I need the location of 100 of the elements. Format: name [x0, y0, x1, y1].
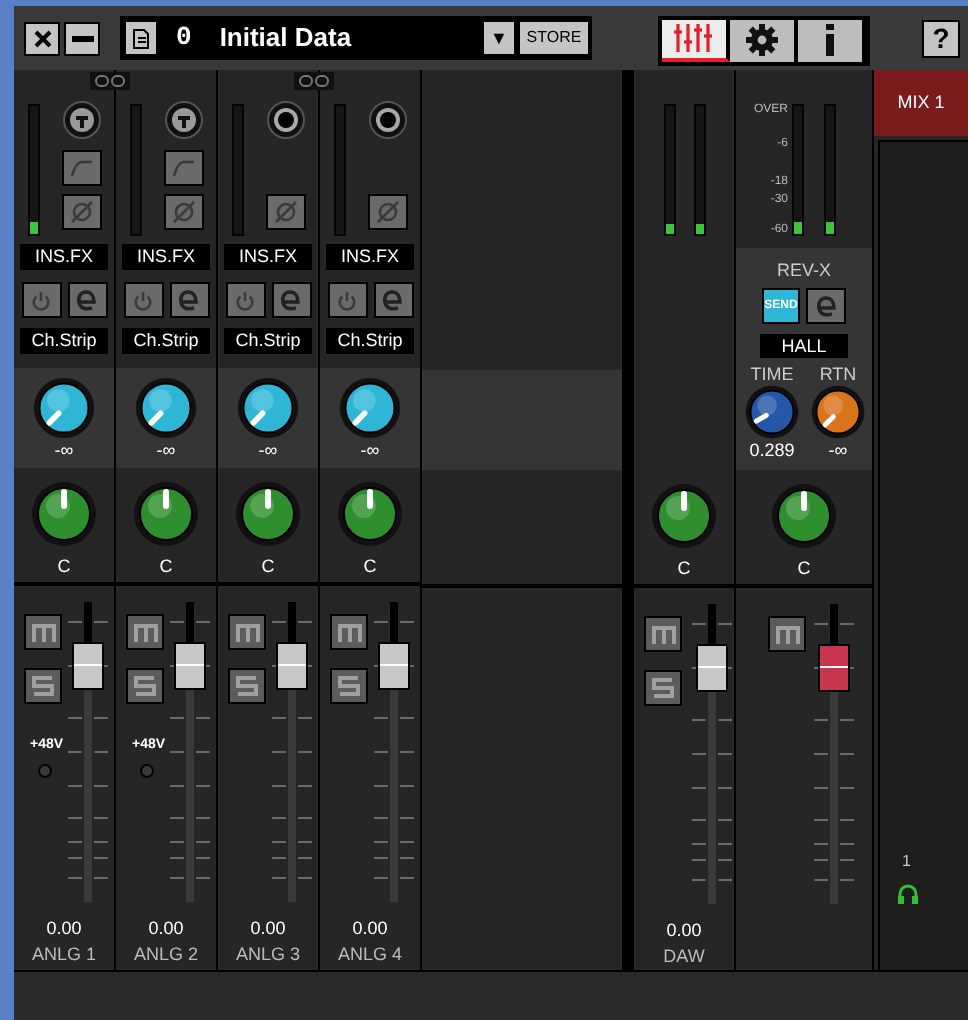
- mute-button[interactable]: [644, 616, 682, 652]
- fader-value: 0.00: [146, 918, 186, 940]
- pan-value: C: [57, 556, 71, 578]
- channel-name[interactable]: DAW: [634, 946, 734, 968]
- knob[interactable]: [338, 376, 402, 440]
- pan-value: C: [677, 558, 691, 580]
- pan-value: C: [797, 558, 811, 580]
- scene-dropdown[interactable]: ▼: [484, 22, 514, 54]
- letter-m-icon: [133, 623, 157, 641]
- letter-m-icon: [651, 625, 675, 643]
- knob[interactable]: [30, 480, 98, 548]
- close-icon: [33, 29, 51, 47]
- send-value: -∞: [54, 440, 74, 462]
- edit-button[interactable]: [169, 282, 209, 318]
- solo-button[interactable]: [228, 668, 266, 704]
- channel-name[interactable]: ANLG 2: [116, 944, 216, 966]
- info-icon: [824, 24, 836, 56]
- channel-strip-label[interactable]: Ch.Strip: [122, 328, 210, 354]
- phase-icon: [172, 200, 196, 224]
- close-button[interactable]: [24, 21, 60, 55]
- phase-button[interactable]: [266, 194, 306, 230]
- mute-button[interactable]: [24, 614, 62, 650]
- link-icon[interactable]: [90, 72, 130, 90]
- channel-name[interactable]: ANLG 1: [14, 944, 114, 966]
- phase-button[interactable]: [164, 194, 204, 230]
- fader-knob[interactable]: [378, 641, 410, 689]
- knob[interactable]: [650, 482, 718, 550]
- filter-button[interactable]: [62, 150, 102, 186]
- power-button[interactable]: [225, 282, 265, 318]
- minimize-button[interactable]: [64, 21, 100, 55]
- edit-icon: [178, 288, 200, 312]
- solo-button[interactable]: [644, 670, 682, 706]
- knob-label: TIME: [750, 364, 794, 384]
- channel-strip-label[interactable]: Ch.Strip: [20, 328, 108, 354]
- toolbar-tab[interactable]: [798, 19, 866, 61]
- power-icon: [132, 289, 154, 311]
- fader-knob[interactable]: [818, 643, 850, 691]
- edit-icon: [382, 288, 404, 312]
- mute-button[interactable]: [126, 614, 164, 650]
- power-icon: [234, 289, 256, 311]
- mute-button[interactable]: [228, 614, 266, 650]
- letter-s-icon: [32, 676, 54, 696]
- knob[interactable]: [132, 480, 200, 548]
- mute-button[interactable]: [330, 614, 368, 650]
- filter-button[interactable]: [164, 150, 204, 186]
- knob[interactable]: [336, 480, 404, 548]
- scene-number: 0: [176, 20, 192, 57]
- insert-effect-label[interactable]: INS.FX: [326, 244, 414, 270]
- edit-button[interactable]: [271, 282, 311, 318]
- knob[interactable]: [234, 480, 302, 548]
- knob[interactable]: [770, 482, 838, 550]
- knob[interactable]: [32, 376, 96, 440]
- help-button[interactable]: ?: [922, 19, 960, 57]
- edit-button[interactable]: [67, 282, 107, 318]
- power-button[interactable]: [327, 282, 367, 318]
- mix-tab[interactable]: MIX 1: [874, 70, 968, 136]
- preset-name[interactable]: HALL: [760, 334, 848, 358]
- fader-value: 0.00: [350, 918, 390, 940]
- mute-button[interactable]: [768, 616, 806, 652]
- pan-value: C: [363, 556, 377, 578]
- power-button[interactable]: [21, 282, 61, 318]
- knob[interactable]: [236, 376, 300, 440]
- knob[interactable]: [810, 384, 866, 440]
- solo-button[interactable]: [330, 668, 368, 704]
- fader-knob[interactable]: [174, 641, 206, 689]
- insert-effect-label[interactable]: INS.FX: [20, 244, 108, 270]
- link-icon[interactable]: [294, 72, 334, 90]
- channel-strip-label[interactable]: Ch.Strip: [224, 328, 312, 354]
- insert-effect-label[interactable]: INS.FX: [122, 244, 210, 270]
- fader-value: 0.00: [248, 918, 288, 940]
- letter-m-icon: [235, 623, 259, 641]
- insert-effect-label[interactable]: INS.FX: [224, 244, 312, 270]
- fader-knob[interactable]: [72, 641, 104, 689]
- phase-button[interactable]: [62, 194, 102, 230]
- send-value: -∞: [360, 440, 380, 462]
- pan-value: C: [261, 556, 275, 578]
- letter-s-icon: [652, 678, 674, 698]
- edit-button[interactable]: [373, 282, 413, 318]
- fader-knob[interactable]: [276, 641, 308, 689]
- channel-name[interactable]: ANLG 3: [218, 944, 318, 966]
- edit-button[interactable]: [806, 288, 846, 324]
- scene-list-button[interactable]: [126, 22, 156, 54]
- monitor-number: 1: [902, 854, 911, 870]
- power-button[interactable]: [123, 282, 163, 318]
- knob[interactable]: [134, 376, 198, 440]
- channel-name[interactable]: ANLG 4: [320, 944, 420, 966]
- store-button[interactable]: STORE: [520, 22, 588, 54]
- letter-s-icon: [236, 676, 258, 696]
- send-value: -∞: [156, 440, 176, 462]
- solo-button[interactable]: [126, 668, 164, 704]
- channel-strip-label[interactable]: Ch.Strip: [326, 328, 414, 354]
- toolbar-tab[interactable]: [662, 19, 730, 61]
- toolbar-tab[interactable]: [730, 19, 798, 61]
- mixer-icon: [672, 22, 716, 54]
- phase-button[interactable]: [368, 194, 408, 230]
- solo-button[interactable]: [24, 668, 62, 704]
- fader-knob[interactable]: [696, 643, 728, 691]
- letter-m-icon: [337, 623, 361, 641]
- xlr-input-icon: [62, 100, 102, 140]
- knob[interactable]: [744, 384, 800, 440]
